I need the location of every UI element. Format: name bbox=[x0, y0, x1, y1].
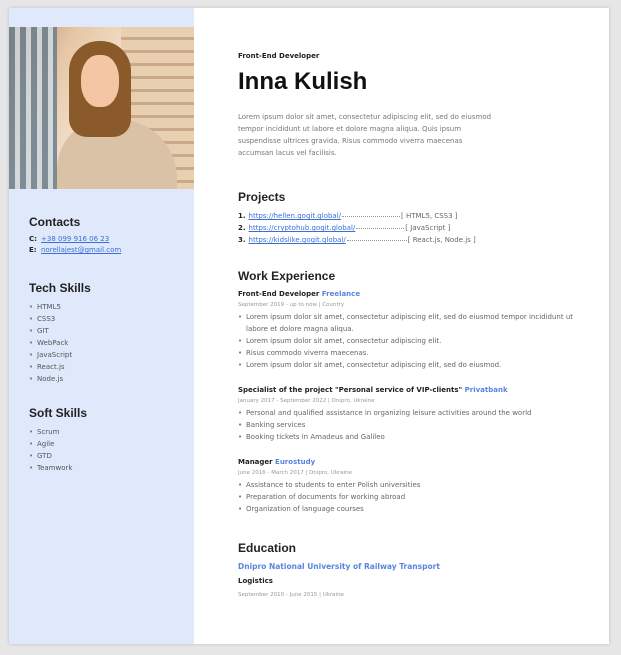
sidebar: Contacts C: +38 099 916 06 23 E: norella… bbox=[9, 8, 194, 644]
company-name: Eurostudy bbox=[275, 458, 316, 466]
job-duty: Lorem ipsum dolor sit amet, consectetur … bbox=[238, 335, 578, 347]
job-meta: January 2017 - September 2022 | Dnipro, … bbox=[238, 398, 375, 404]
email-row: E: norellajest@gmail.com bbox=[29, 246, 121, 254]
job-entry: Specialist of the project "Personal serv… bbox=[238, 386, 578, 443]
job-role: Front-End Developer bbox=[238, 52, 320, 60]
email-label: E: bbox=[29, 246, 37, 254]
project-item: 3. https://kidslike.gogit.global/[ React.… bbox=[238, 236, 476, 244]
project-item: 2. https://cryptohub.gogit.global/[ JavaS… bbox=[238, 224, 451, 232]
contacts-title: Contacts bbox=[29, 215, 81, 229]
tech-skills-title: Tech Skills bbox=[29, 281, 91, 295]
job-title: Specialist of the project "Personal serv… bbox=[238, 386, 463, 394]
soft-skills-list: Scrum Agile GTD Teamwork bbox=[29, 426, 87, 474]
tech-skill-item: React.js bbox=[29, 361, 91, 373]
job-title: Front-End Developer bbox=[238, 290, 320, 298]
profile-photo bbox=[9, 27, 194, 189]
soft-skill-item: Scrum bbox=[29, 426, 87, 438]
job-duty: Lorem ipsum dolor sit amet, consectetur … bbox=[238, 311, 578, 335]
tech-skill-item: Node.js bbox=[29, 373, 91, 385]
job-entry: Front-End Developer Freelance September … bbox=[238, 290, 578, 371]
job-duty: Personal and qualified assistance in org… bbox=[238, 407, 578, 419]
project-tech: [ React.js, Node.js ] bbox=[407, 236, 476, 244]
job-duty: Lorem ipsum dolor sit amet, consectetur … bbox=[238, 359, 578, 371]
project-tech: [ JavaScript ] bbox=[405, 224, 451, 232]
company-name: Freelance bbox=[321, 290, 361, 298]
soft-skills-title: Soft Skills bbox=[29, 406, 88, 420]
job-duty: Assistance to students to enter Polish u… bbox=[238, 479, 578, 491]
job-duty: Preparation of documents for working abr… bbox=[238, 491, 578, 503]
about-text: Lorem ipsum dolor sit amet, consectetur … bbox=[238, 113, 492, 157]
soft-skill-item: GTD bbox=[29, 450, 87, 462]
phone-link[interactable]: +38 099 916 06 23 bbox=[41, 235, 109, 243]
tech-skill-item: WebPack bbox=[29, 337, 91, 349]
school-name: Dnipro National University of Railway Tr… bbox=[238, 562, 440, 571]
project-tech: [ HTML5, CSS3 ] bbox=[401, 212, 458, 220]
job-meta: June 2016 - March 2017 | Dnipro, Ukraine bbox=[238, 470, 353, 476]
project-link[interactable]: https://cryptohub.gogit.global/ bbox=[249, 224, 356, 232]
soft-skill-item: Teamwork bbox=[29, 462, 87, 474]
projects-title: Projects bbox=[238, 190, 286, 204]
job-duty: Organization of language courses bbox=[238, 503, 578, 515]
job-duty: Banking services bbox=[238, 419, 578, 431]
job-duties: Assistance to students to enter Polish u… bbox=[238, 479, 578, 515]
soft-skill-item: Agile bbox=[29, 438, 87, 450]
soft-skills-section: Soft Skills Scrum Agile GTD Teamwork bbox=[29, 406, 87, 474]
tech-skills-list: HTML5 CSS3 GIT WebPack JavaScript React.… bbox=[29, 301, 91, 385]
phone-row: C: +38 099 916 06 23 bbox=[29, 235, 121, 243]
education-title: Education bbox=[238, 541, 297, 555]
project-link[interactable]: https://kidslike.gogit.global/ bbox=[249, 236, 346, 244]
education-meta: September 2010 - June 2015 | Ukraine bbox=[238, 592, 344, 598]
tech-skills-section: Tech Skills HTML5 CSS3 GIT WebPack JavaS… bbox=[29, 281, 91, 385]
project-item: 1. https://hellen.gogit.global/[ HTML5, C… bbox=[238, 212, 458, 220]
job-duty: Risus commodo viverra maecenas. bbox=[238, 347, 578, 359]
tech-skill-item: JavaScript bbox=[29, 349, 91, 361]
person-name: Inna Kulish bbox=[238, 68, 368, 95]
resume-page: Contacts C: +38 099 916 06 23 E: norella… bbox=[9, 8, 609, 644]
contacts-section: Contacts C: +38 099 916 06 23 E: norella… bbox=[29, 215, 121, 254]
job-entry: Manager Eurostudy June 2016 - March 2017… bbox=[238, 458, 578, 515]
phone-label: C: bbox=[29, 235, 37, 243]
project-link[interactable]: https://hellen.gogit.global/ bbox=[249, 212, 341, 220]
job-duty: Booking tickets in Amadeus and Galileo bbox=[238, 431, 578, 443]
degree: Logistics bbox=[238, 577, 273, 585]
tech-skill-item: GIT bbox=[29, 325, 91, 337]
job-meta: September 2019 - up to now | Country bbox=[238, 302, 345, 308]
job-duties: Lorem ipsum dolor sit amet, consectetur … bbox=[238, 311, 578, 371]
tech-skill-item: CSS3 bbox=[29, 313, 91, 325]
job-duties: Personal and qualified assistance in org… bbox=[238, 407, 578, 443]
job-title: Manager bbox=[238, 458, 273, 466]
company-name: Privatbank bbox=[464, 386, 508, 394]
projects-list: 1. https://hellen.gogit.global/[ HTML5, C… bbox=[238, 210, 476, 246]
email-link[interactable]: norellajest@gmail.com bbox=[41, 246, 121, 254]
tech-skill-item: HTML5 bbox=[29, 301, 91, 313]
work-experience-title: Work Experience bbox=[238, 269, 336, 283]
